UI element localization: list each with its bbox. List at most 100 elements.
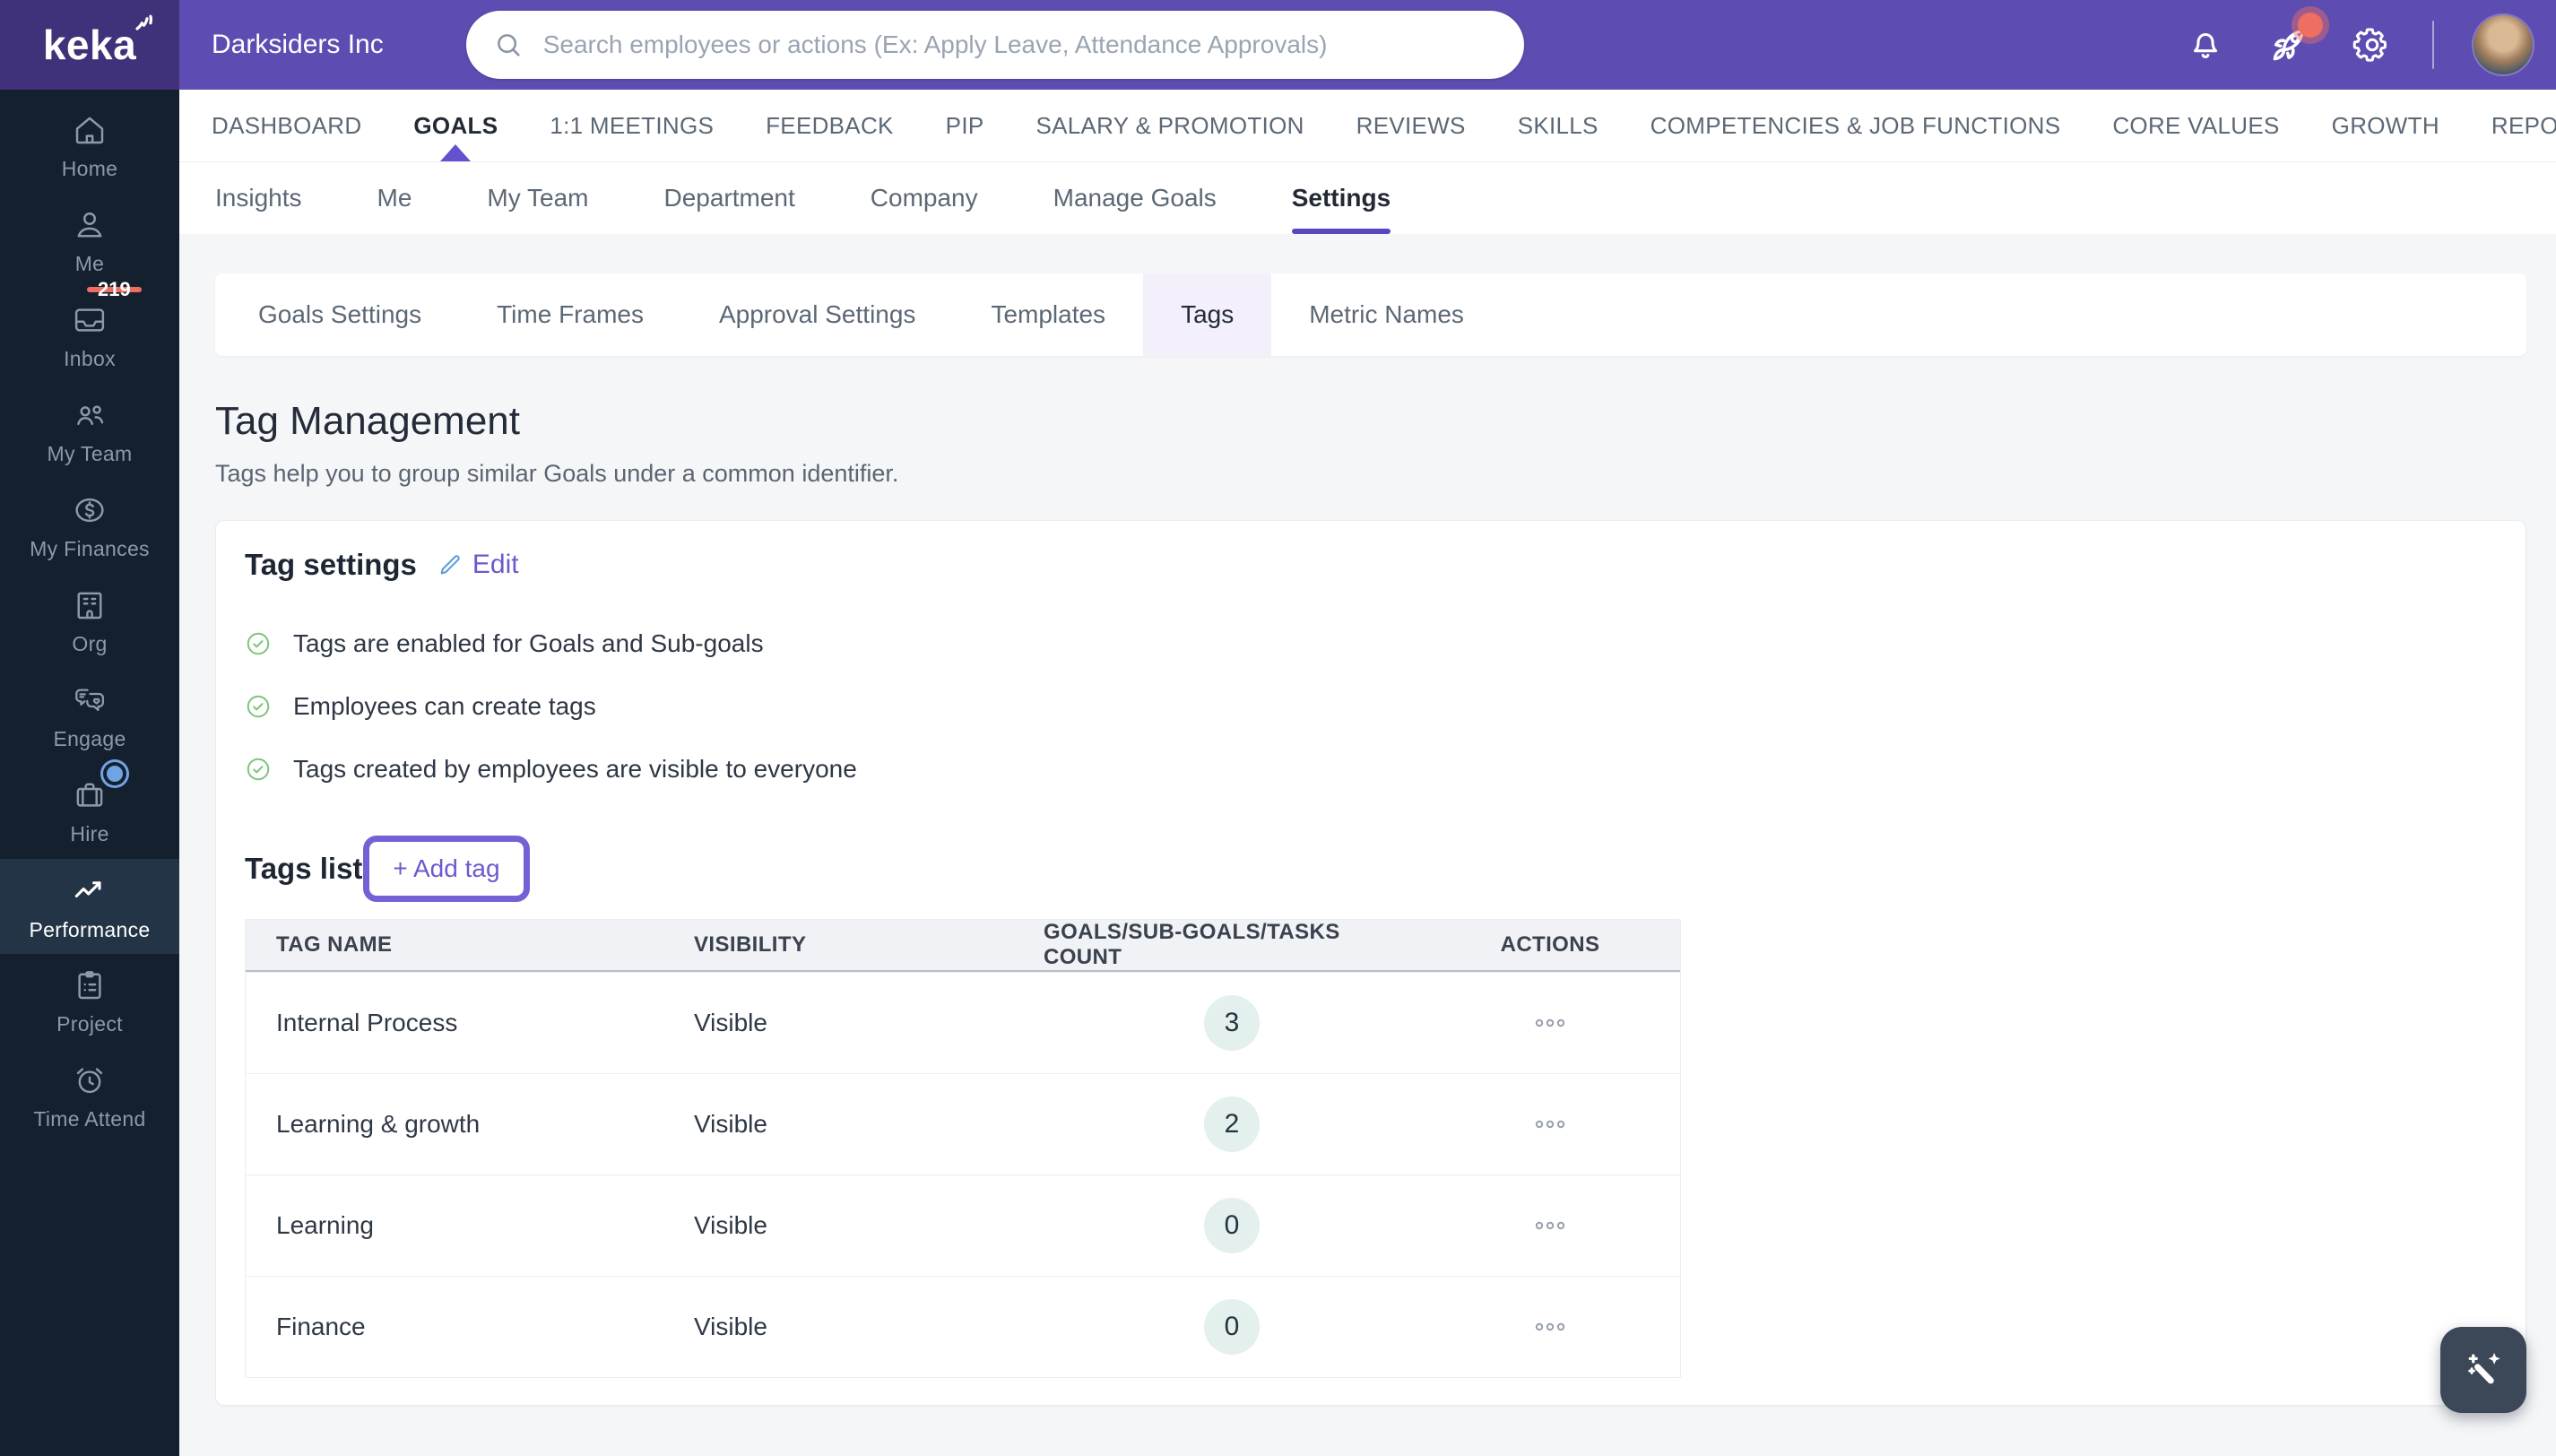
- nav-feedback[interactable]: FEEDBACK: [766, 90, 894, 161]
- check-circle-icon: [245, 693, 272, 720]
- table-row: Learning & growth Visible 2: [246, 1073, 1680, 1174]
- row-actions-menu-icon[interactable]: [1527, 1209, 1573, 1242]
- nav-reports[interactable]: REPORTS: [2491, 90, 2556, 161]
- rule-item: Tags created by employees are visible to…: [245, 738, 2497, 801]
- count-badge: 3: [1204, 995, 1260, 1051]
- inbox-icon: 219: [71, 280, 142, 339]
- tag-visibility: Visible: [694, 1009, 767, 1036]
- subnav-insights[interactable]: Insights: [215, 162, 302, 234]
- sidebar-item-hire[interactable]: Hire: [0, 764, 179, 859]
- sidebar-item-me[interactable]: Me: [0, 194, 179, 289]
- sidebar-item-home[interactable]: Home: [0, 99, 179, 194]
- tags-list-heading: Tags list: [245, 852, 363, 885]
- engage-icon: [71, 681, 108, 719]
- top-header: Darksiders Inc: [179, 0, 2556, 90]
- nav-dashboard[interactable]: DASHBOARD: [212, 90, 361, 161]
- tab-time-frames[interactable]: Time Frames: [459, 273, 681, 356]
- nav-pip[interactable]: PIP: [946, 90, 984, 161]
- nav-reviews[interactable]: REVIEWS: [1356, 90, 1466, 161]
- nav-competencies[interactable]: COMPETENCIES & JOB FUNCTIONS: [1651, 90, 2061, 161]
- nav-1-1-meetings[interactable]: 1:1 MEETINGS: [550, 90, 714, 161]
- rule-item: Employees can create tags: [245, 675, 2497, 738]
- tab-goals-settings[interactable]: Goals Settings: [221, 273, 459, 356]
- tag-name: Finance: [276, 1313, 366, 1340]
- pencil-icon: [437, 551, 464, 578]
- avatar[interactable]: [2474, 15, 2533, 74]
- tab-metric-names[interactable]: Metric Names: [1271, 273, 1502, 356]
- table-row: Learning Visible 0: [246, 1174, 1680, 1276]
- keka-logo[interactable]: keka: [0, 0, 179, 90]
- tag-visibility: Visible: [694, 1211, 767, 1239]
- subnav-me[interactable]: Me: [377, 162, 412, 234]
- tag-settings-heading: Tag settings: [245, 548, 417, 581]
- rocket-icon[interactable]: [2266, 13, 2323, 68]
- edit-tag-settings-link[interactable]: Edit: [437, 550, 519, 580]
- inbox-count-badge: 219: [87, 280, 142, 299]
- time-attend-icon: [71, 1062, 108, 1099]
- nav-growth[interactable]: GROWTH: [2332, 90, 2439, 161]
- col-count: GOALS/SUB-GOALS/TASKS COUNT: [1044, 920, 1340, 969]
- rule-item: Tags are enabled for Goals and Sub-goals: [245, 612, 2497, 675]
- nav-salary-promotion[interactable]: SALARY & PROMOTION: [1035, 90, 1304, 161]
- goals-subnav: Insights Me My Team Department Company M…: [179, 161, 2556, 234]
- tag-visibility: Visible: [694, 1110, 767, 1138]
- table-row: Internal Process Visible 3: [246, 972, 1680, 1073]
- tags-card: Tag settings Edit Tags are enabled for G…: [215, 520, 2526, 1406]
- col-actions: ACTIONS: [1500, 932, 1600, 957]
- logo-spark-icon: [133, 6, 160, 33]
- row-actions-menu-icon[interactable]: [1527, 1311, 1573, 1343]
- gear-icon[interactable]: [2352, 24, 2393, 65]
- tag-name: Learning: [276, 1211, 374, 1239]
- rocket-notification-dot: [2298, 13, 2323, 38]
- magic-wand-icon: [2460, 1347, 2507, 1393]
- row-actions-menu-icon[interactable]: [1527, 1007, 1573, 1039]
- subnav-settings[interactable]: Settings: [1291, 162, 1391, 234]
- sidebar-item-my-finances[interactable]: My Finances: [0, 479, 179, 574]
- sidebar-item-performance[interactable]: Performance: [0, 859, 179, 954]
- add-tag-button[interactable]: + Add tag: [368, 840, 525, 897]
- performance-icon: [70, 871, 109, 910]
- logo-text: keka: [42, 22, 137, 68]
- table-header-row: TAG NAME VISIBILITY GOALS/SUB-GOALS/TASK…: [246, 920, 1680, 972]
- subnav-manage-goals[interactable]: Manage Goals: [1053, 162, 1217, 234]
- page-subtitle: Tags help you to group similar Goals und…: [215, 460, 899, 487]
- sidebar-item-engage[interactable]: Engage: [0, 669, 179, 764]
- count-badge: 0: [1204, 1299, 1260, 1355]
- row-actions-menu-icon[interactable]: [1527, 1108, 1573, 1140]
- sidebar-item-org[interactable]: Org: [0, 574, 179, 669]
- sidebar-item-time-attend[interactable]: Time Attend: [0, 1049, 179, 1144]
- app-window: keka Darksiders Inc Search employees or …: [0, 0, 2556, 1456]
- header-divider: [2432, 21, 2434, 69]
- tab-templates[interactable]: Templates: [953, 273, 1143, 356]
- magic-wand-button[interactable]: [2440, 1327, 2526, 1413]
- company-name: Darksiders Inc: [212, 30, 384, 59]
- nav-goals[interactable]: GOALS: [413, 90, 498, 161]
- page-title: Tag Management: [215, 399, 520, 443]
- search-input[interactable]: [541, 30, 1497, 60]
- team-icon: [71, 396, 108, 434]
- subnav-my-team[interactable]: My Team: [487, 162, 588, 234]
- search-icon: [493, 30, 524, 60]
- settings-tabs: Goals Settings Time Frames Approval Sett…: [215, 273, 2526, 356]
- col-visibility: VISIBILITY: [694, 932, 807, 957]
- tab-approval-settings[interactable]: Approval Settings: [681, 273, 953, 356]
- home-icon: [71, 111, 108, 149]
- sidebar-item-project[interactable]: Project: [0, 954, 179, 1049]
- finances-icon: [71, 491, 108, 529]
- subnav-department[interactable]: Department: [663, 162, 794, 234]
- subnav-company[interactable]: Company: [871, 162, 978, 234]
- bell-icon[interactable]: [2185, 24, 2226, 65]
- global-search[interactable]: [465, 11, 1524, 79]
- tags-table: TAG NAME VISIBILITY GOALS/SUB-GOALS/TASK…: [245, 919, 1681, 1378]
- project-icon: [71, 966, 108, 1004]
- nav-skills[interactable]: SKILLS: [1518, 90, 1599, 161]
- hire-icon: [71, 766, 123, 814]
- sidebar: Home Me 219 Inbox My Team My Finances Or…: [0, 90, 179, 1456]
- tab-tags[interactable]: Tags: [1143, 273, 1272, 356]
- col-tag-name: TAG NAME: [276, 932, 393, 957]
- nav-core-values[interactable]: CORE VALUES: [2112, 90, 2279, 161]
- sidebar-item-inbox[interactable]: 219 Inbox: [0, 280, 179, 384]
- tag-name: Learning & growth: [276, 1110, 481, 1138]
- sidebar-item-my-team[interactable]: My Team: [0, 384, 179, 479]
- module-nav: DASHBOARD GOALS 1:1 MEETINGS FEEDBACK PI…: [179, 90, 2556, 161]
